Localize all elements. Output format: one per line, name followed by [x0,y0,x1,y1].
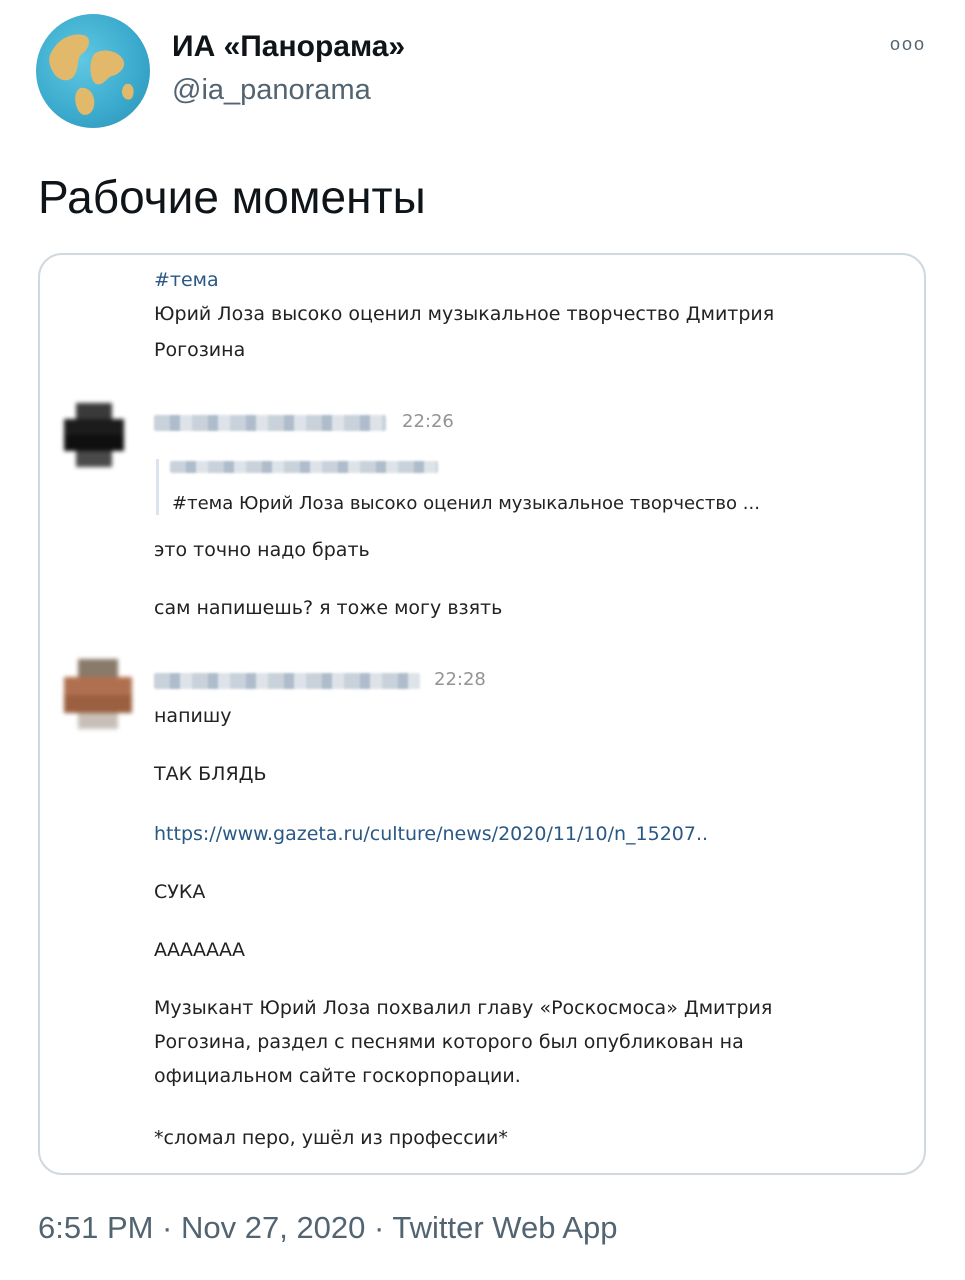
message-line: *сломал перо, ушёл из профессии* [154,1127,508,1149]
message-line: это точно надо брать [154,539,370,561]
message-line: ТАК БЛЯДЬ [154,763,267,785]
blurred-sender-name [154,673,420,689]
link-preview-line-2: Рогозина, раздел с песнями которого был … [154,1031,744,1053]
message-line: ААААААА [154,939,245,961]
blurred-reply-author [170,461,438,473]
blurred-sender-name [154,415,386,431]
globe-icon [49,34,134,115]
account-handle[interactable]: @ia_panorama [172,74,371,107]
more-options-icon[interactable]: ooo [890,34,926,55]
tweet-timestamp[interactable]: 6:51 PM · Nov 27, 2020 · Twitter Web App [38,1210,618,1246]
link-preview-line-3: официальном сайте госкорпорации. [154,1065,521,1087]
account-avatar[interactable] [36,14,150,128]
reply-quote-text: #тема Юрий Лоза высоко оценил музыкально… [172,493,760,514]
post-text-line-2: Рогозина [154,339,246,361]
post-hashtag: #тема [154,269,219,291]
tweet-header: ИА «Панорама» @ia_panorama ooo [0,0,965,140]
account-name[interactable]: ИА «Панорама» [172,30,405,64]
link-preview-line-1: Музыкант Юрий Лоза похвалил главу «Роско… [154,997,773,1019]
message-time: 22:26 [402,411,454,432]
post-text-line-1: Юрий Лоза высоко оценил музыкальное твор… [154,303,775,325]
blurred-avatar [64,403,124,467]
tweet-text: Рабочие моменты [38,171,426,223]
message-time: 22:28 [434,669,486,690]
blurred-avatar [64,659,132,729]
message-line: напишу [154,705,232,727]
message-line: СУКА [154,881,206,903]
message-line: сам напишешь? я тоже могу взять [154,597,503,619]
attached-screenshot[interactable]: #тема Юрий Лоза высоко оценил музыкально… [38,253,926,1175]
message-link[interactable]: https://www.gazeta.ru/culture/news/2020/… [154,823,708,845]
reply-quote-bar [156,459,159,515]
